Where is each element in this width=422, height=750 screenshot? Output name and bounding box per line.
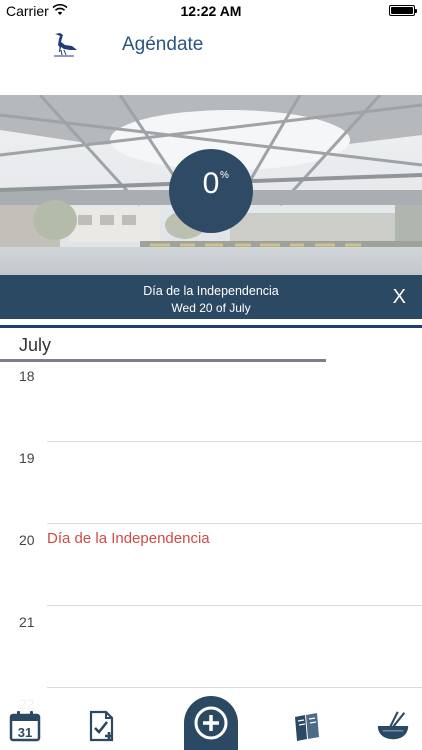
bowl-chopsticks-icon: [377, 711, 409, 740]
calendar-day-number: 31: [18, 725, 32, 740]
progress-circle: 0 %: [169, 149, 253, 233]
day-row[interactable]: 19: [0, 442, 422, 524]
calendar-31-icon: 31: [9, 711, 41, 742]
event-banner: Día de la Independencia Wed 20 of July X: [0, 275, 422, 319]
battery-icon: [389, 5, 417, 16]
add-button[interactable]: [184, 696, 238, 750]
app-header: Agéndate: [0, 22, 422, 74]
day-event[interactable]: Día de la Independencia: [47, 530, 210, 547]
event-banner-date: Wed 20 of July: [171, 301, 251, 315]
progress-unit: %: [220, 170, 229, 181]
books-icon: [295, 713, 319, 741]
progress-value: 0: [202, 167, 220, 200]
status-time: 12:22 AM: [180, 3, 242, 19]
tab-bar: 31: [0, 696, 422, 750]
day-number: 20: [19, 532, 35, 548]
tab-calendar[interactable]: 31: [7, 708, 43, 744]
day-row[interactable]: 18: [0, 360, 422, 442]
hero-banner: 0 %: [0, 95, 422, 275]
close-button[interactable]: X: [393, 286, 406, 309]
app-title: Agéndate: [122, 34, 204, 55]
event-banner-title: Día de la Independencia: [143, 284, 279, 298]
status-bar: Carrier 12:22 AM: [0, 0, 422, 22]
checklist-add-icon: [89, 710, 114, 742]
day-number: 19: [19, 450, 35, 466]
month-label: July: [19, 335, 52, 355]
day-row[interactable]: 20 Día de la Independencia: [0, 524, 422, 606]
day-number: 18: [19, 368, 35, 384]
tab-food[interactable]: [375, 708, 411, 744]
day-number: 21: [19, 614, 35, 630]
accent-divider: [0, 325, 422, 328]
heron-logo-icon: [54, 33, 77, 57]
add-icon: [194, 706, 228, 740]
tab-tasks[interactable]: [84, 708, 120, 744]
day-row[interactable]: 21: [0, 606, 422, 688]
tab-library[interactable]: [290, 708, 326, 744]
